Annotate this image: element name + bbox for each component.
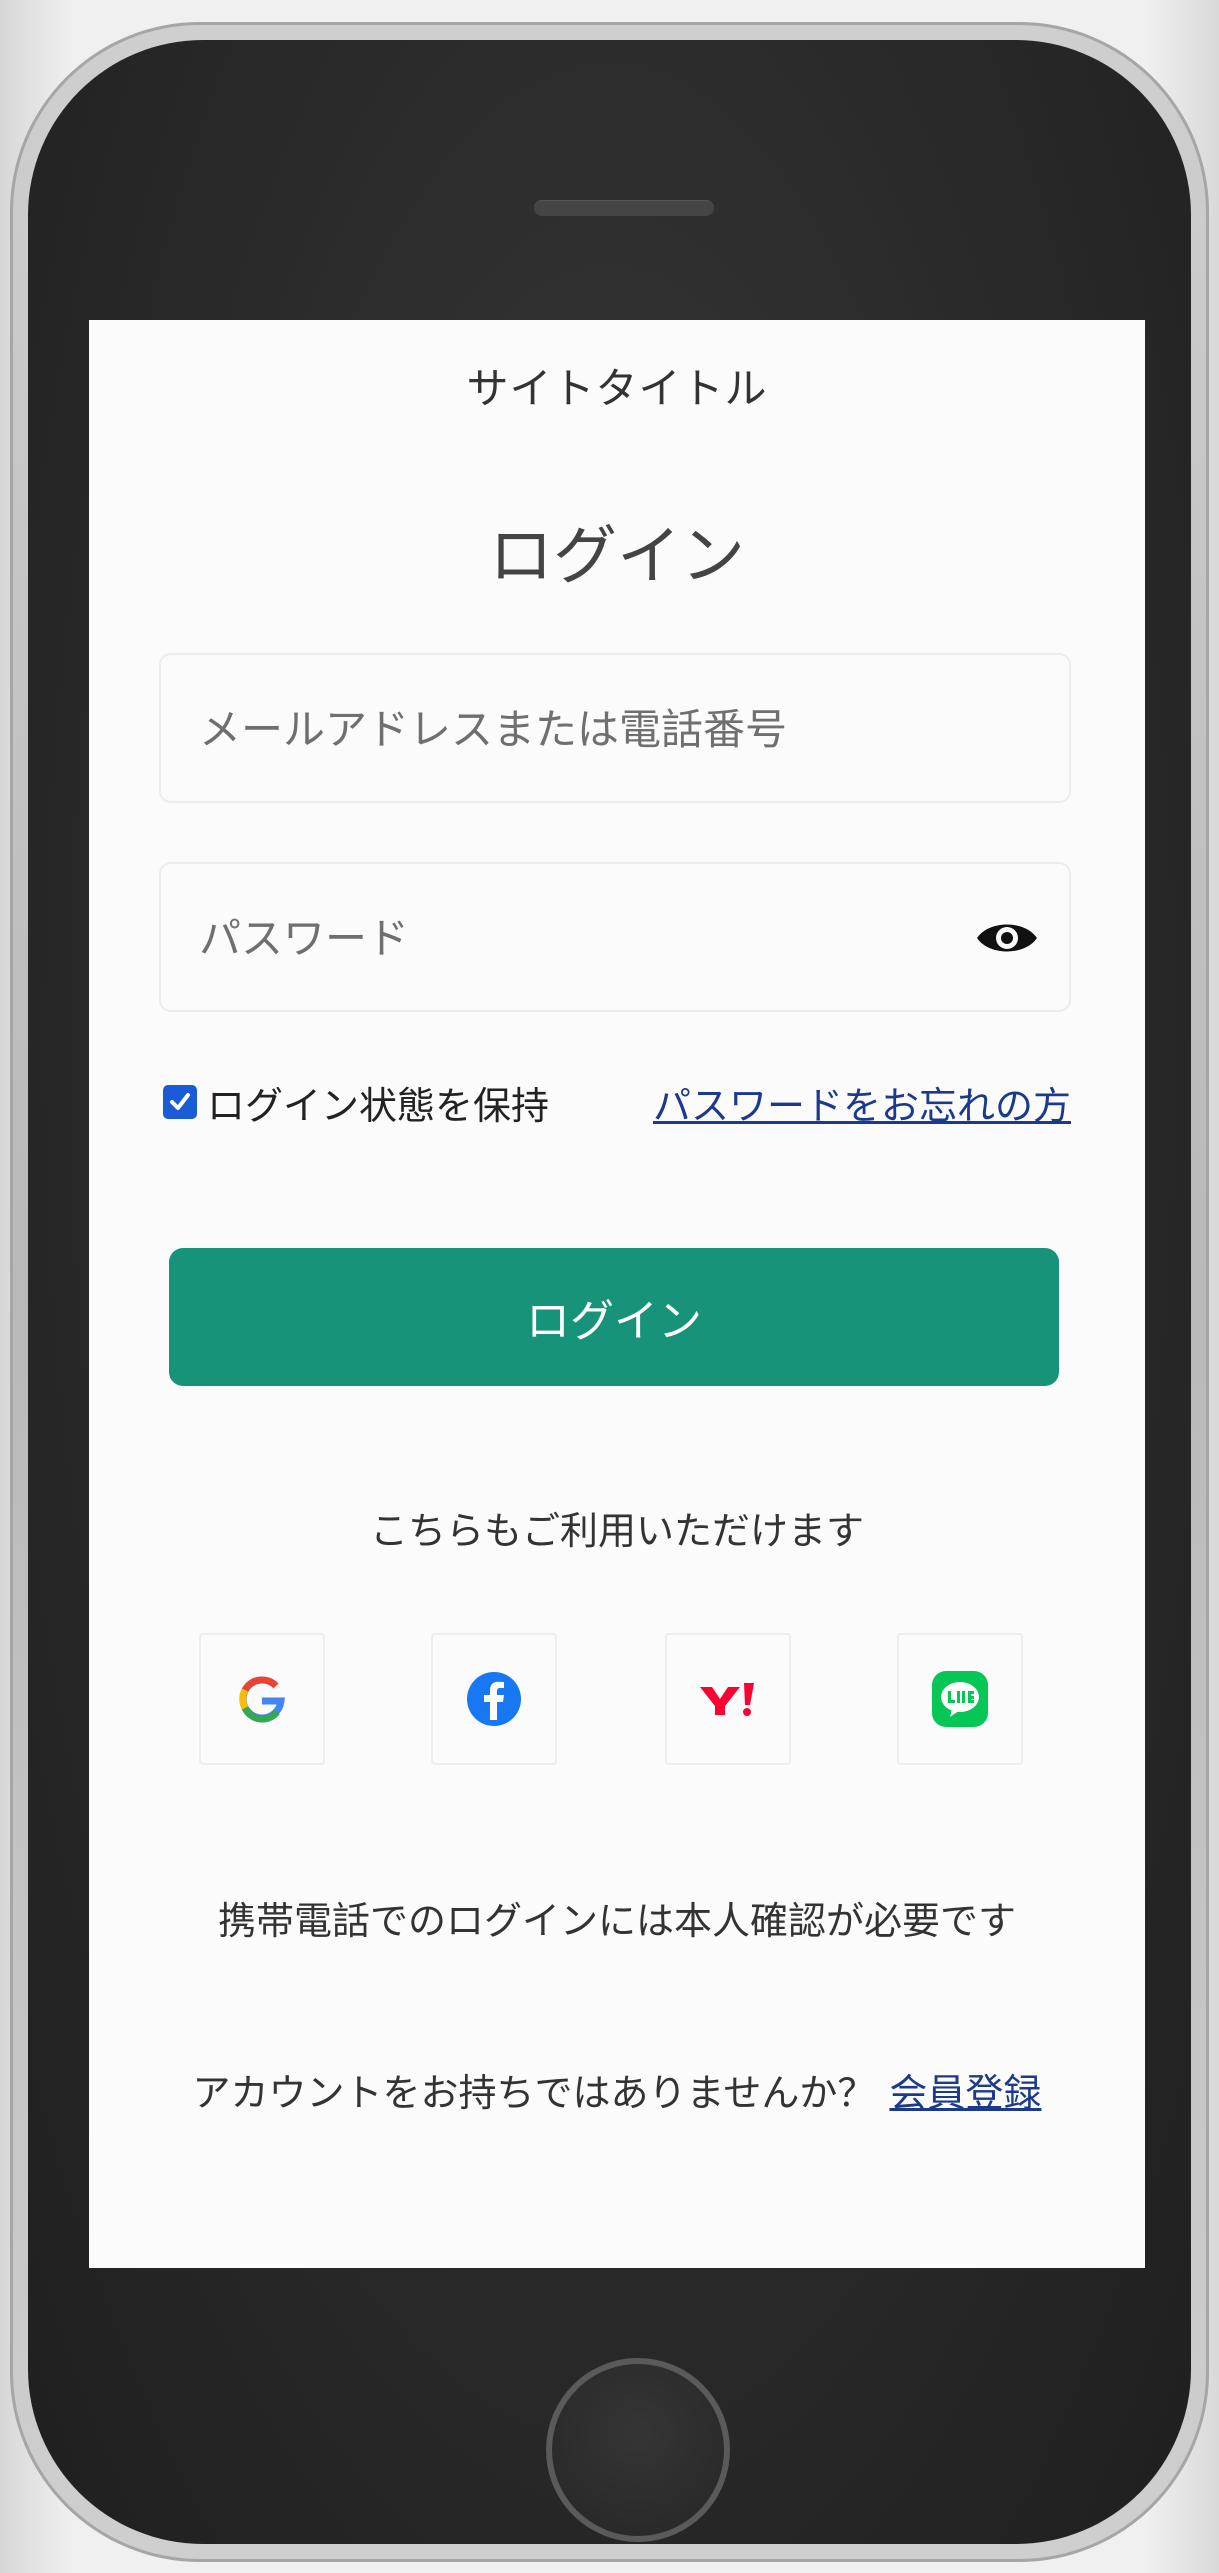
email-input[interactable] [197, 655, 981, 803]
social-login-intro: こちらもご利用いただけます [369, 1509, 864, 1553]
password-field-container [159, 862, 1071, 1012]
google-login-button[interactable] [199, 1633, 325, 1765]
email-field-container [159, 653, 1071, 803]
password-input[interactable] [197, 864, 981, 1012]
site-title: サイトタイトル [466, 364, 768, 413]
signup-prompt: アカウントをお持ちではありませんか？ 会員登録 [89, 2062, 1145, 2117]
phone-verification-notice: 携帯電話でのログインには本人確認が必要です [217, 1899, 1016, 1943]
no-account-text: アカウントをお持ちではありませんか？ [192, 2071, 876, 2115]
eye-icon[interactable] [975, 916, 1039, 960]
login-button[interactable]: ログイン [169, 1248, 1059, 1386]
facebook-icon [467, 1672, 521, 1726]
line-icon [932, 1671, 988, 1727]
page-title: ログイン [489, 520, 745, 594]
signup-link[interactable]: 会員登録 [889, 2071, 1041, 2115]
social-login-row [89, 1633, 1145, 1765]
yahoo-login-button[interactable] [665, 1633, 791, 1765]
phone-speaker [534, 200, 714, 216]
remember-me[interactable]: ログイン状態を保持 [163, 1072, 549, 1132]
remember-label: ログイン状態を保持 [207, 1083, 550, 1128]
yahoo-icon [700, 1683, 754, 1716]
checkmark-icon [170, 1093, 190, 1110]
phone-screen: サイトタイトル ログイン ログイン状態を保持 パスワードをお忘れの方 ログイン … [89, 320, 1145, 2268]
line-login-button[interactable] [897, 1633, 1023, 1765]
facebook-login-button[interactable] [431, 1633, 557, 1765]
forgot-password-link[interactable]: パスワードをお忘れの方 [653, 1075, 1071, 1130]
home-button[interactable] [546, 2358, 730, 2542]
remember-checkbox[interactable] [163, 1085, 197, 1119]
google-icon [239, 1676, 285, 1723]
